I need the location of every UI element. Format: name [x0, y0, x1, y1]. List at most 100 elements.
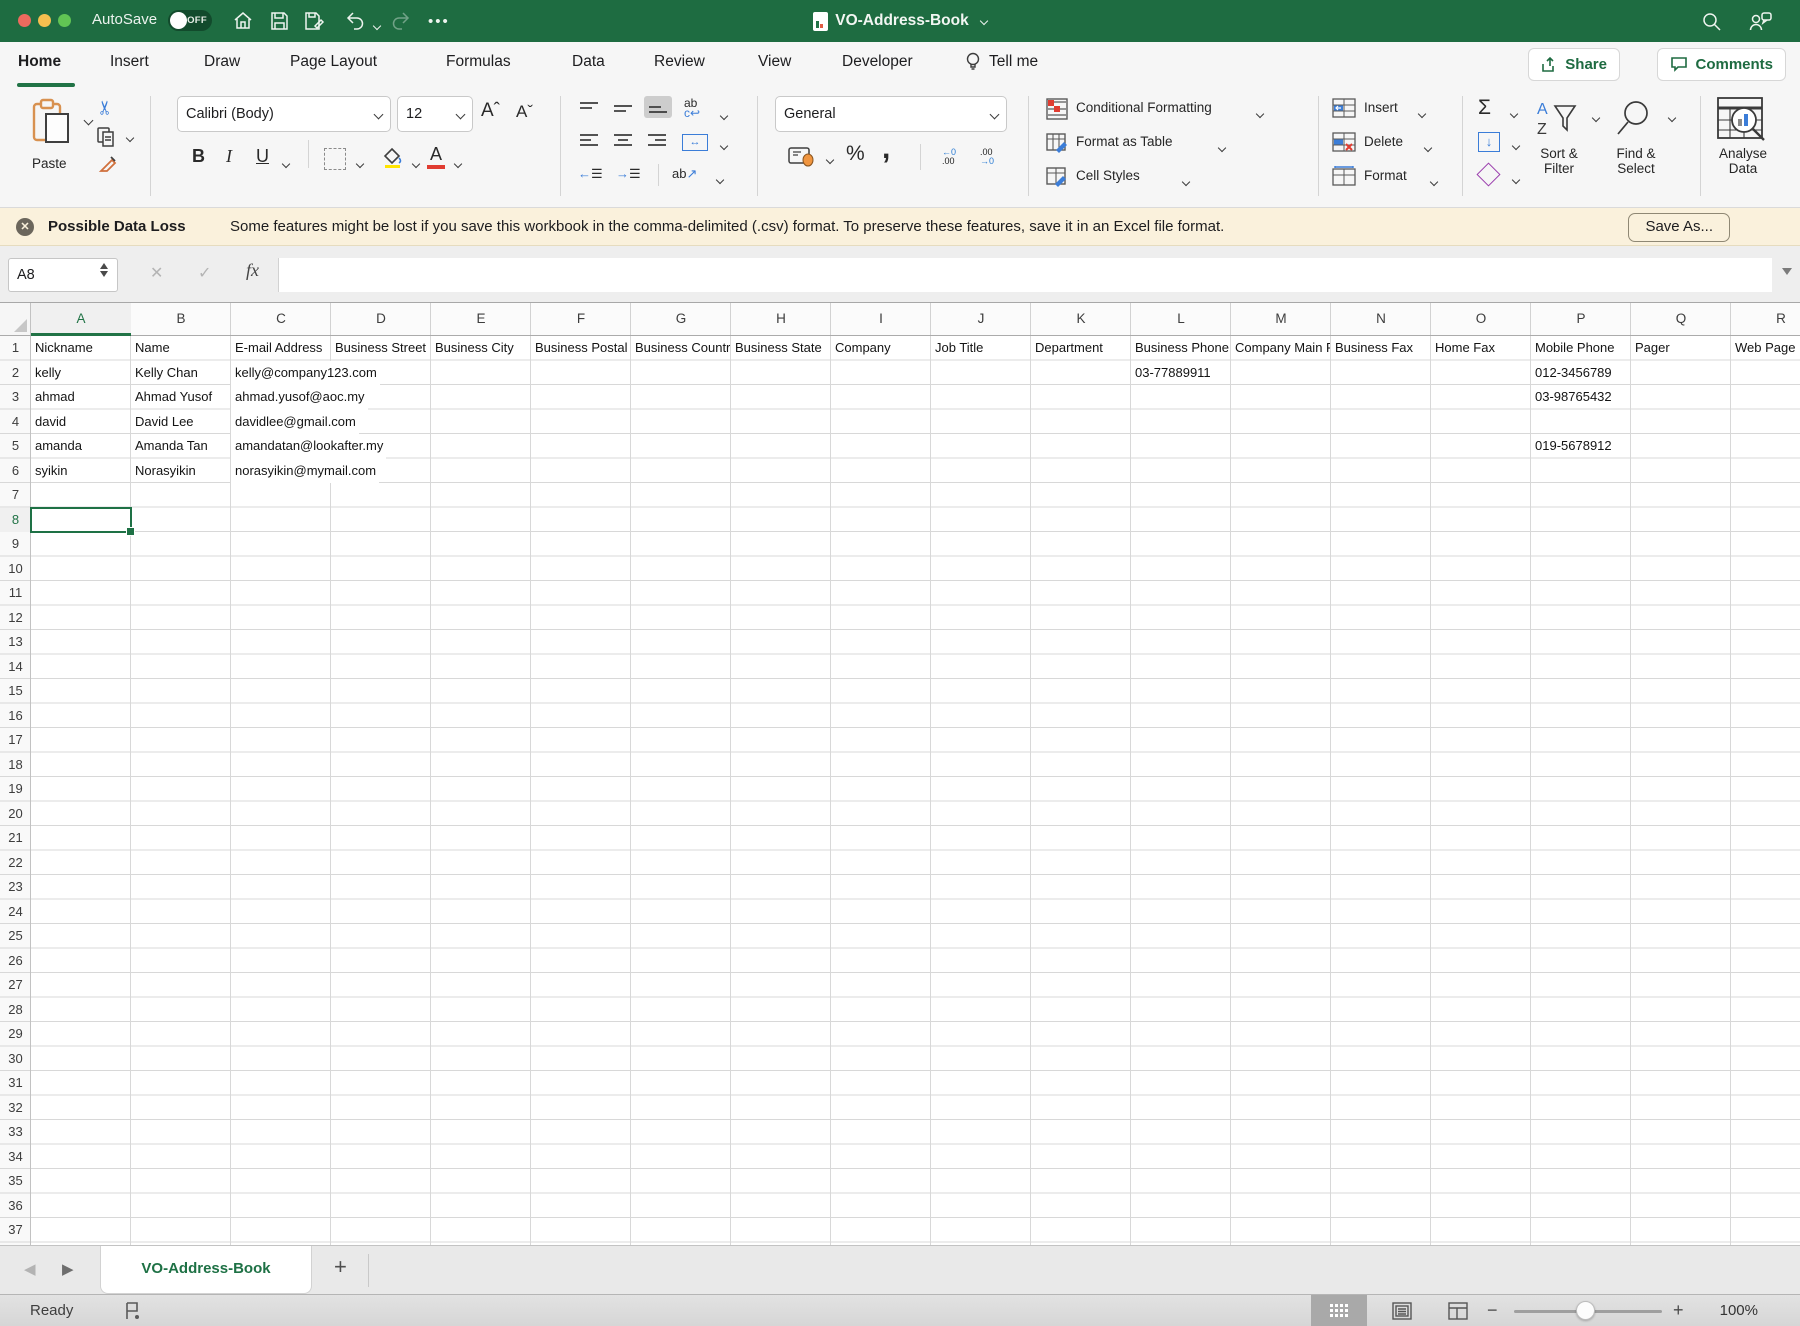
align-center-icon[interactable] — [612, 132, 634, 148]
cell-A2[interactable]: kelly — [31, 361, 130, 386]
font-size-select[interactable]: 12 — [397, 96, 473, 132]
row-header-3[interactable]: 3 — [0, 385, 31, 410]
undo-icon[interactable] — [344, 9, 366, 33]
row-header-17[interactable]: 17 — [0, 728, 31, 753]
row-header-25[interactable]: 25 — [0, 924, 31, 949]
row-header-7[interactable]: 7 — [0, 483, 31, 508]
tell-me[interactable]: Tell me — [965, 51, 1038, 73]
decrease-indent-icon[interactable]: ←☰ — [578, 166, 603, 182]
format-cells-icon[interactable] — [1332, 166, 1356, 186]
fill-color-chevron-icon[interactable] — [408, 156, 419, 171]
zoom-out-icon[interactable]: − — [1487, 1300, 1498, 1321]
cell-C1[interactable]: E-mail Address — [231, 336, 330, 361]
row-header-18[interactable]: 18 — [0, 753, 31, 778]
cell-B6[interactable]: Norasyikin — [131, 459, 230, 484]
home-icon[interactable] — [232, 9, 254, 33]
next-sheet-arrow-icon[interactable]: ▶ — [62, 1260, 74, 1278]
comments-button[interactable]: Comments — [1657, 48, 1786, 81]
row-header-13[interactable]: 13 — [0, 630, 31, 655]
autosave-toggle[interactable]: OFF — [168, 10, 212, 31]
search-icon[interactable] — [1700, 10, 1723, 33]
selected-cell-outline[interactable] — [30, 507, 132, 534]
cell-C5[interactable]: amandatan@lookafter.my — [231, 434, 386, 459]
conditional-formatting-label[interactable]: Conditional Formatting — [1076, 100, 1212, 115]
row-header-14[interactable]: 14 — [0, 655, 31, 680]
fill-handle[interactable] — [126, 527, 135, 536]
cell-P3[interactable]: 03-98765432 — [1531, 385, 1630, 410]
copy-icon[interactable] — [96, 126, 116, 148]
cell-L1[interactable]: Business Phone — [1131, 336, 1230, 361]
cell-P2[interactable]: 012-3456789 — [1531, 361, 1630, 386]
row-header-16[interactable]: 16 — [0, 704, 31, 729]
paste-chevron-icon[interactable] — [80, 112, 92, 127]
tab-developer[interactable]: Developer — [842, 53, 913, 71]
number-format-select[interactable]: General — [775, 96, 1007, 132]
wrap-text-icon[interactable]: abc↩ — [684, 98, 700, 118]
column-header-R[interactable]: R — [1731, 303, 1800, 335]
borders-icon[interactable] — [324, 148, 346, 170]
analyse-data-icon[interactable] — [1716, 96, 1768, 142]
font-color-chevron-icon[interactable] — [450, 156, 461, 171]
person-chat-icon[interactable] — [1748, 10, 1774, 33]
row-header-21[interactable]: 21 — [0, 826, 31, 851]
more-commands-icon[interactable]: ••• — [428, 13, 450, 30]
minimize-window-button[interactable] — [38, 14, 51, 27]
row-header-12[interactable]: 12 — [0, 606, 31, 631]
row-header-24[interactable]: 24 — [0, 900, 31, 925]
column-header-K[interactable]: K — [1031, 303, 1131, 335]
row-header-37[interactable]: 37 — [0, 1218, 31, 1243]
bold-button[interactable]: B — [192, 146, 205, 167]
row-header-10[interactable]: 10 — [0, 557, 31, 582]
select-all-corner[interactable] — [0, 303, 31, 335]
column-header-D[interactable]: D — [331, 303, 431, 335]
macro-record-icon[interactable] — [122, 1300, 144, 1322]
column-header-E[interactable]: E — [431, 303, 531, 335]
cell-styles-chevron-icon[interactable] — [1178, 174, 1189, 189]
row-header-15[interactable]: 15 — [0, 679, 31, 704]
cell-A3[interactable]: ahmad — [31, 385, 130, 410]
cell-styles-label[interactable]: Cell Styles — [1076, 168, 1140, 183]
save-as-button[interactable]: Save As... — [1628, 213, 1730, 242]
cell-B2[interactable]: Kelly Chan — [131, 361, 230, 386]
cell-F1[interactable]: Business Postal Code — [531, 336, 630, 361]
format-as-table-chevron-icon[interactable] — [1214, 140, 1225, 155]
row-header-1[interactable]: 1 — [0, 336, 31, 361]
sort-filter-label[interactable]: Sort &Filter — [1524, 146, 1594, 176]
normal-view-button[interactable] — [1311, 1295, 1367, 1326]
cell-G1[interactable]: Business Country — [631, 336, 730, 361]
align-left-icon[interactable] — [578, 132, 600, 148]
cell-D1[interactable]: Business Street — [331, 336, 430, 361]
column-header-P[interactable]: P — [1531, 303, 1631, 335]
cell-A4[interactable]: david — [31, 410, 130, 435]
cell-C2[interactable]: kelly@company123.com — [231, 361, 380, 386]
row-header-5[interactable]: 5 — [0, 434, 31, 459]
insert-cells-icon[interactable] — [1332, 98, 1356, 118]
formula-bar-expand-icon[interactable] — [1782, 268, 1792, 275]
merge-chevron-icon[interactable] — [716, 138, 727, 153]
delete-chevron-icon[interactable] — [1420, 140, 1431, 155]
cell-B4[interactable]: David Lee — [131, 410, 230, 435]
increase-indent-icon[interactable]: →☰ — [616, 166, 641, 182]
column-header-O[interactable]: O — [1431, 303, 1531, 335]
warning-close-icon[interactable]: ✕ — [16, 218, 34, 236]
row-header-34[interactable]: 34 — [0, 1145, 31, 1170]
row-header-30[interactable]: 30 — [0, 1047, 31, 1072]
cut-icon[interactable]: ✂ — [94, 100, 117, 116]
format-painter-icon[interactable] — [98, 154, 118, 174]
row-header-22[interactable]: 22 — [0, 851, 31, 876]
cell-C6[interactable]: norasyikin@mymail.com — [231, 459, 379, 484]
autosum-icon[interactable]: Σ — [1478, 96, 1491, 120]
row-header-23[interactable]: 23 — [0, 875, 31, 900]
underline-chevron-icon[interactable] — [278, 156, 289, 171]
tab-review[interactable]: Review — [654, 53, 705, 71]
row-header-32[interactable]: 32 — [0, 1096, 31, 1121]
row-header-26[interactable]: 26 — [0, 949, 31, 974]
confirm-entry-icon[interactable]: ✓ — [198, 263, 211, 283]
row-header-6[interactable]: 6 — [0, 459, 31, 484]
row-header-27[interactable]: 27 — [0, 973, 31, 998]
cell-M1[interactable]: Company Main Phone — [1231, 336, 1330, 361]
column-header-G[interactable]: G — [631, 303, 731, 335]
cell-A1[interactable]: Nickname — [31, 336, 130, 361]
paste-button[interactable] — [28, 98, 74, 150]
row-header-19[interactable]: 19 — [0, 777, 31, 802]
